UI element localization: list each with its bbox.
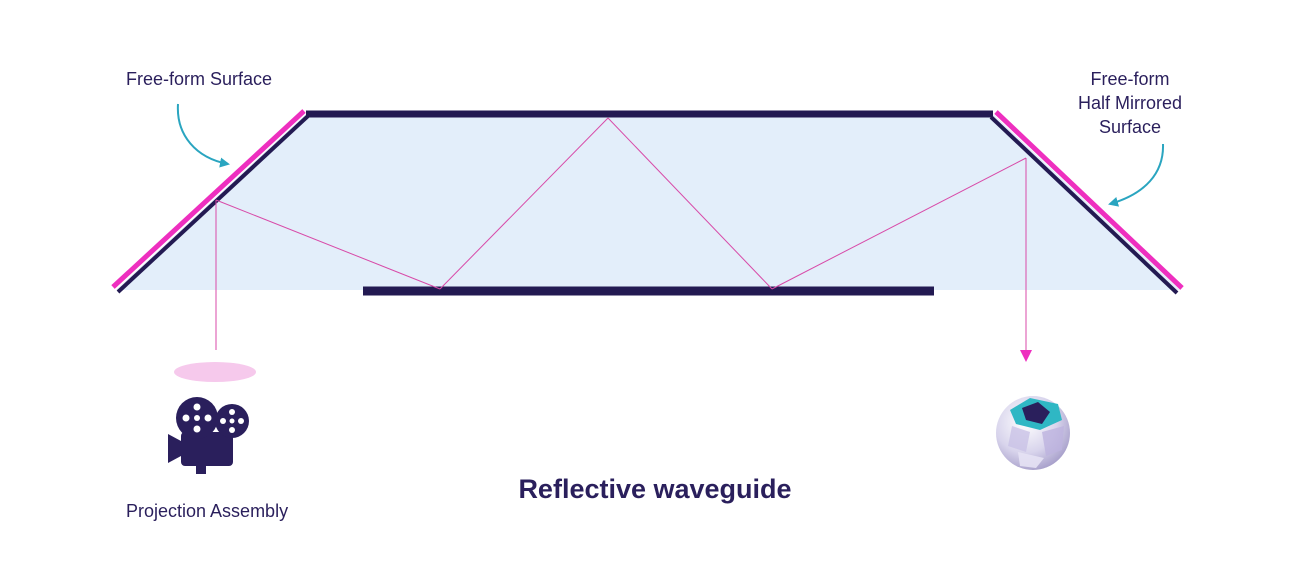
half-mirrored-surface-label: Free-form Half Mirrored Surface	[1070, 67, 1190, 139]
right-annotation-arrow	[1108, 143, 1165, 207]
half-mirrored-label-line1: Free-form	[1090, 69, 1170, 89]
half-mirrored-label-line2: Half Mirrored	[1077, 93, 1183, 113]
reflective-waveguide-diagram: Free-form Surface Free-form Half Mirrore…	[0, 0, 1310, 560]
diagram-title: Reflective waveguide	[518, 474, 792, 504]
eyeball-icon	[996, 396, 1070, 470]
film-camera-icon	[168, 397, 249, 474]
half-mirrored-label-line3: Surface	[1098, 117, 1162, 137]
ray-output-arrowhead	[1020, 350, 1032, 362]
projection-lens	[174, 362, 256, 382]
freeform-surface-label: Free-form Surface	[126, 69, 273, 89]
left-annotation-arrow	[176, 103, 230, 168]
